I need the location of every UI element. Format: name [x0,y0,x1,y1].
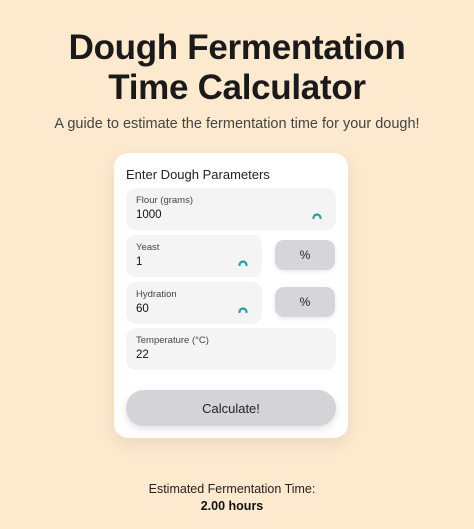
page-title-line-2: Time Calculator [108,68,366,107]
calculate-button[interactable]: Calculate! [126,390,336,426]
yeast-label: Yeast [136,242,160,253]
page-title: Dough Fermentation Time Calculator [0,28,474,108]
flour-label: Flour (grams) [136,195,194,206]
card-heading: Enter Dough Parameters [126,167,270,182]
yeast-unit-button[interactable]: % [275,240,335,270]
yeast-input-value[interactable]: 1 [136,256,142,268]
parameters-card: Enter Dough Parameters Flour (grams) 100… [114,153,348,438]
flour-input-value[interactable]: 1000 [136,209,162,221]
hydration-input-value[interactable]: 60 [136,303,149,315]
result-label: Estimated Fermentation Time: [148,482,316,496]
result-value: 2.00 hours [200,499,264,513]
page-subtitle: A guide to estimate the fermentation tim… [54,116,420,132]
page-title-line-1: Dough Fermentation [68,28,406,67]
temperature-input-value[interactable]: 22 [136,349,149,361]
yeast-field[interactable]: Yeast 1 [126,235,262,277]
hydration-field[interactable]: Hydration 60 [126,282,262,324]
hydration-unit-button[interactable]: % [275,287,335,317]
hydration-label: Hydration [136,289,177,300]
loading-spinner-icon [312,213,322,220]
temperature-field[interactable]: Temperature (°C) 22 [126,328,336,370]
flour-field[interactable]: Flour (grams) 1000 [126,188,336,230]
temperature-label: Temperature (°C) [136,335,209,346]
loading-spinner-icon [238,260,248,267]
loading-spinner-icon [238,307,248,314]
